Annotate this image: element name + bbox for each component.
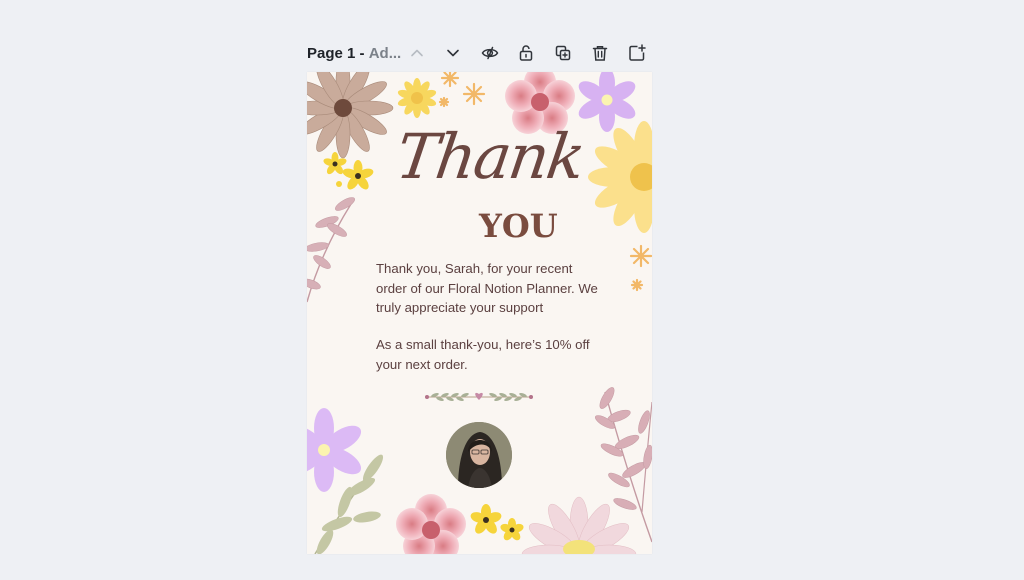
lock-page-button[interactable] [515,42,537,64]
discount-message[interactable]: As a small thank-you, here’s 10% off you… [376,335,606,374]
page-toolbar: Page 1 - Ad... [307,40,653,66]
small-yellow-flowers-bottom [470,504,524,541]
eye-icon [481,46,499,60]
unlock-icon [519,45,533,61]
thank-you-message[interactable]: Thank you, Sarah, for your recent order … [376,259,606,318]
portrait-image [446,422,512,488]
yellow-flower [397,78,437,118]
pink-flower-bottom [396,494,466,554]
move-page-up-button[interactable] [406,42,428,64]
delete-page-button[interactable] [589,42,611,64]
page-name[interactable]: Ad... [369,45,402,62]
duplicate-page-button[interactable] [552,42,574,64]
duplicate-icon [555,45,571,61]
leaf-divider [425,392,533,402]
chevron-up-icon [411,49,423,57]
thank-you-card[interactable]: Thank YOU Thank you, Sarah, for your rec… [307,72,652,554]
chevron-down-icon [447,49,459,57]
brown-daisy-flower [307,72,394,159]
page-title[interactable]: Page 1 - Ad... [307,45,401,62]
hide-page-button[interactable] [479,42,501,64]
mauve-leaf-branch [307,197,355,303]
thank-title[interactable]: Thank [392,120,602,193]
trash-icon [592,46,608,61]
add-page-icon [629,44,646,61]
move-page-down-button[interactable] [442,42,464,64]
page-number: Page 1 - [307,44,365,62]
small-yellow-flowers [323,152,374,190]
lavender-flower-bottom [307,408,362,492]
you-title[interactable]: YOU [479,210,558,242]
avatar[interactable] [446,422,512,488]
add-page-button[interactable] [626,42,648,64]
